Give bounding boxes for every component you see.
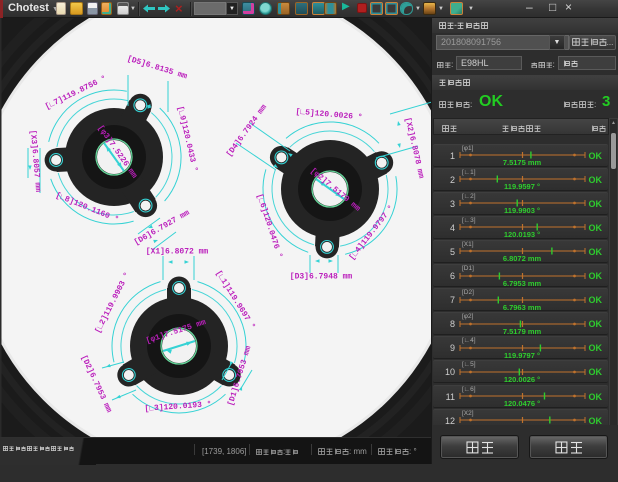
svg-text:[D3]6.7948 mm: [D3]6.7948 mm <box>290 273 353 282</box>
svg-text:[X1]6.8072 mm: [X1]6.8072 mm <box>146 248 209 257</box>
